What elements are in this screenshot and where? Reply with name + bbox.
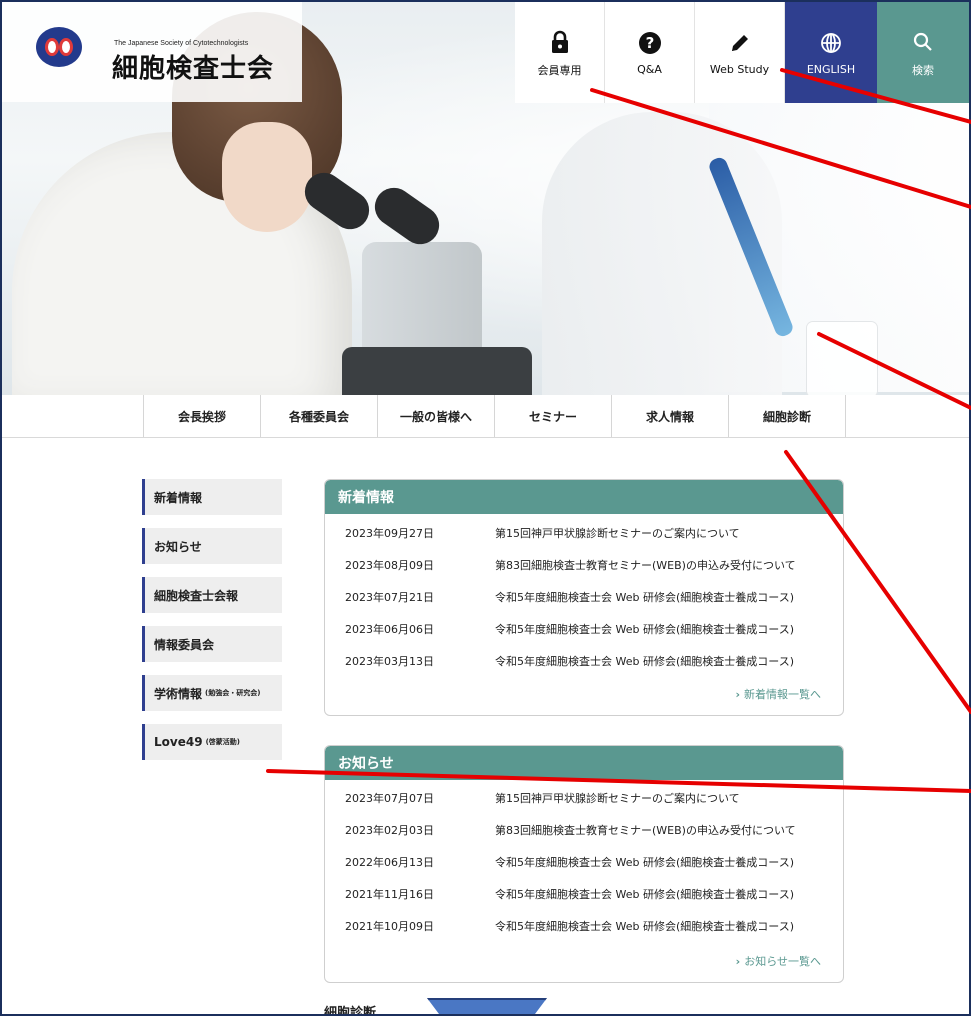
lock-icon (550, 28, 570, 56)
news-row[interactable]: 2023年06月06日 令和5年度細胞検査士会 Web 研修会(細胞検査士養成コー… (325, 613, 843, 645)
news-row[interactable]: 2023年08月09日 第83回細胞検査士教育セミナー(WEB)の申込み受付につい… (325, 549, 843, 581)
news-title: 第15回神戸甲状腺診断セミナーのご案内について (495, 527, 740, 540)
notice-title: 令和5年度細胞検査士会 Web 研修会(細胞検査士養成コース) (495, 920, 795, 933)
notice-panel-title: お知らせ (325, 746, 843, 780)
news-row[interactable]: 2023年09月27日 第15回神戸甲状腺診断セミナーのご案内について (325, 517, 843, 549)
site-logo[interactable]: The Japanese Society of Cytotechnologist… (2, 2, 302, 102)
notice-row[interactable]: 2022年06月13日 令和5年度細胞検査士会 Web 研修会(細胞検査士養成コー… (325, 846, 843, 878)
notice-more-link[interactable]: › お知らせ一覧へ (736, 953, 821, 969)
side-item-bulletin[interactable]: 細胞検査士会報 (142, 577, 282, 613)
blue-tab-marker (427, 998, 547, 1014)
news-row[interactable]: 2023年07月21日 令和5年度細胞検査士会 Web 研修会(細胞検査士養成コー… (325, 581, 843, 613)
top-nav-qa[interactable]: ? Q&A (605, 2, 695, 103)
news-date: 2023年03月13日 (345, 655, 434, 668)
gnav-seminar[interactable]: セミナー (494, 395, 611, 437)
logo-mark-icon (36, 27, 82, 67)
news-panel-title: 新着情報 (325, 480, 843, 514)
notice-row[interactable]: 2021年11月16日 令和5年度細胞検査士会 Web 研修会(細胞検査士養成コー… (325, 878, 843, 910)
news-date: 2023年08月09日 (345, 559, 434, 572)
notice-date: 2023年07月07日 (345, 792, 434, 805)
top-nav-english[interactable]: ENGLISH (785, 2, 877, 103)
side-item-label: 学術情報 (154, 686, 203, 701)
chevron-right-icon: › (735, 955, 741, 968)
side-item-info-committee[interactable]: 情報委員会 (142, 626, 282, 662)
chevron-right-icon: › (735, 688, 740, 701)
notice-date: 2021年11月16日 (345, 888, 434, 901)
side-item-note: (勉強会・研究会) (205, 689, 261, 697)
news-title: 第83回細胞検査士教育セミナー(WEB)の申込み受付について (495, 559, 796, 572)
notice-row[interactable]: 2023年02月03日 第83回細胞検査士教育セミナー(WEB)の申込み受付につい… (325, 814, 843, 846)
page-frame: The Japanese Society of Cytotechnologist… (0, 0, 971, 1016)
top-nav-members-label: 会員専用 (537, 63, 582, 77)
gnav-committees[interactable]: 各種委員会 (260, 395, 377, 437)
pencil-icon (729, 29, 751, 57)
news-more-label: 新着情報一覧へ (744, 688, 821, 701)
notice-date: 2021年10月09日 (345, 920, 434, 933)
logo-title: 細胞検査士会 (112, 54, 275, 84)
news-date: 2023年06月06日 (345, 623, 434, 636)
svg-text:?: ? (645, 34, 654, 52)
gnav-cytodiagnosis[interactable]: 細胞診断 (728, 395, 846, 437)
notice-title: 令和5年度細胞検査士会 Web 研修会(細胞検査士養成コース) (495, 856, 795, 869)
side-item-love49[interactable]: Love49 (啓蒙活動) (142, 724, 282, 760)
side-item-academic[interactable]: 学術情報 (勉強会・研究会) (142, 675, 282, 711)
news-panel: 新着情報 2023年09月27日 第15回神戸甲状腺診断セミナーのご案内について … (324, 479, 844, 716)
global-nav: 会長挨拶 各種委員会 一般の皆様へ セミナー 求人情報 細胞診断 (2, 395, 969, 438)
side-item-notices[interactable]: お知らせ (142, 528, 282, 564)
top-nav: 会員専用 ? Q&A Web Study ENGLISH 検索 (515, 2, 969, 103)
notice-date: 2023年02月03日 (345, 824, 434, 837)
gnav-jobs[interactable]: 求人情報 (611, 395, 728, 437)
notice-title: 第15回神戸甲状腺診断セミナーのご案内について (495, 792, 740, 805)
side-item-label: 細胞検査士会報 (154, 588, 239, 603)
notice-more-label: お知らせ一覧へ (744, 955, 821, 968)
search-icon (913, 28, 933, 56)
section-heading-cytodiagnosis: 細胞診断 (324, 1006, 377, 1016)
notice-panel: お知らせ 2023年07月07日 第15回神戸甲状腺診断セミナーのご案内について … (324, 745, 844, 983)
top-nav-webstudy-label: Web Study (709, 63, 770, 76)
side-menu: 新着情報 お知らせ 細胞検査士会報 情報委員会 学術情報 (勉強会・研究会) Lo… (142, 479, 282, 773)
side-item-label: お知らせ (154, 539, 202, 554)
top-nav-search[interactable]: 検索 (877, 2, 969, 103)
side-item-news[interactable]: 新着情報 (142, 479, 282, 515)
globe-icon (820, 29, 842, 57)
top-nav-english-label: ENGLISH (806, 63, 856, 76)
news-date: 2023年07月21日 (345, 591, 434, 604)
notice-title: 令和5年度細胞検査士会 Web 研修会(細胞検査士養成コース) (495, 888, 795, 901)
side-item-label: Love49 (154, 735, 203, 749)
notice-title: 第83回細胞検査士教育セミナー(WEB)の申込み受付について (495, 824, 796, 837)
news-date: 2023年09月27日 (345, 527, 434, 540)
news-more-link[interactable]: › 新着情報一覧へ (735, 686, 821, 702)
top-nav-members[interactable]: 会員専用 (515, 2, 605, 103)
gnav-greeting[interactable]: 会長挨拶 (143, 395, 260, 437)
top-nav-qa-label: Q&A (637, 63, 662, 76)
notice-date: 2022年06月13日 (345, 856, 434, 869)
news-title: 令和5年度細胞検査士会 Web 研修会(細胞検査士養成コース) (495, 623, 795, 636)
side-item-note: (啓蒙活動) (205, 738, 240, 746)
news-title: 令和5年度細胞検査士会 Web 研修会(細胞検査士養成コース) (495, 655, 795, 668)
notice-row[interactable]: 2023年07月07日 第15回神戸甲状腺診断セミナーのご案内について (325, 782, 843, 814)
news-title: 令和5年度細胞検査士会 Web 研修会(細胞検査士養成コース) (495, 591, 795, 604)
news-row[interactable]: 2023年03月13日 令和5年度細胞検査士会 Web 研修会(細胞検査士養成コー… (325, 645, 843, 677)
side-item-label: 情報委員会 (154, 637, 215, 652)
top-nav-webstudy[interactable]: Web Study (695, 2, 785, 103)
side-item-label: 新着情報 (154, 490, 203, 505)
question-circle-icon: ? (638, 29, 662, 57)
logo-subtitle: The Japanese Society of Cytotechnologist… (114, 40, 249, 47)
notice-row[interactable]: 2021年10月09日 令和5年度細胞検査士会 Web 研修会(細胞検査士養成コー… (325, 910, 843, 942)
top-nav-search-label: 検索 (912, 63, 934, 77)
gnav-public[interactable]: 一般の皆様へ (377, 395, 494, 437)
